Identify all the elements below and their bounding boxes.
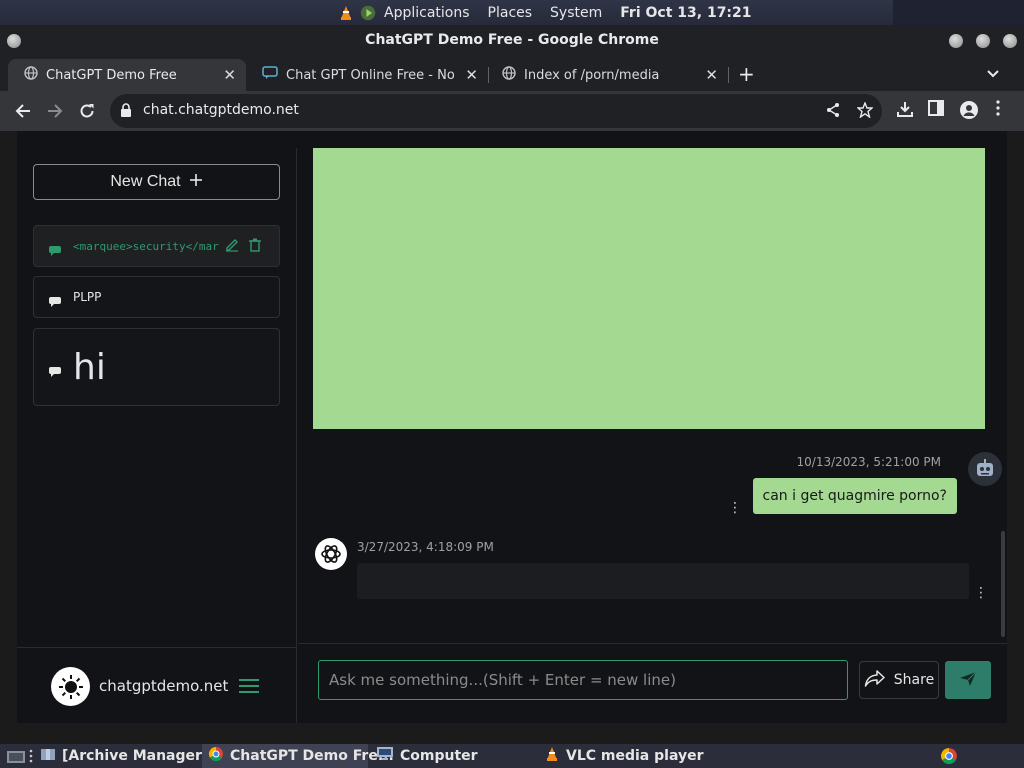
- hamburger-menu-icon[interactable]: [239, 678, 259, 698]
- tab-index-media[interactable]: Index of /porn/media ✕: [486, 59, 728, 91]
- panel-tray-area: [893, 0, 1024, 25]
- kebab-menu-icon[interactable]: [996, 100, 1000, 120]
- sidebar: New Chat <marquee>security</marquee> PLP…: [17, 148, 297, 723]
- delete-trash-icon[interactable]: [249, 237, 261, 256]
- maximize-button[interactable]: [976, 34, 990, 48]
- theme-toggle-sun-icon[interactable]: [51, 667, 90, 706]
- panel-clock[interactable]: Fri Oct 13, 17:21: [620, 5, 751, 21]
- close-window-button[interactable]: [1003, 34, 1017, 48]
- chat-item-label: <marquee>security</marquee>: [73, 239, 219, 253]
- vlc-cone-icon: [544, 746, 560, 766]
- plus-icon: [189, 173, 203, 192]
- download-icon[interactable]: [896, 100, 914, 122]
- chat-item-label: PLPP: [73, 290, 102, 304]
- share-label: Share: [893, 672, 935, 688]
- reload-icon[interactable]: [75, 99, 99, 123]
- edit-pencil-icon[interactable]: [225, 237, 239, 256]
- user-message-options-icon[interactable]: ⋮: [728, 500, 742, 516]
- user-message-bubble: can i get quagmire porno?: [752, 478, 957, 514]
- gnome-foot-icon[interactable]: [360, 5, 376, 21]
- taskbar-item-label: [Archive Manager]: [62, 748, 209, 764]
- taskbar-item-computer[interactable]: Computer: [370, 744, 530, 768]
- places-menu[interactable]: Places: [488, 5, 533, 21]
- tab-search-chevron-icon[interactable]: [986, 64, 1000, 83]
- send-button[interactable]: [945, 661, 991, 699]
- taskbar-item-vlc[interactable]: VLC media player: [538, 744, 708, 768]
- tab-strip: ChatGPT Demo Free ✕ Chat GPT Online Free…: [0, 57, 1024, 91]
- taskbar-item-archive-manager[interactable]: [Archive Manager]: [34, 744, 208, 768]
- sidebar-footer: chatgptdemo.net: [17, 647, 297, 723]
- vlc-cone-icon[interactable]: [338, 5, 354, 21]
- send-plane-icon: [959, 671, 977, 690]
- message-image: [313, 148, 985, 429]
- share-icon[interactable]: [825, 102, 841, 122]
- taskbar-item-chrome[interactable]: ChatGPT Demo Fre...: [202, 744, 394, 768]
- window-title: ChatGPT Demo Free - Google Chrome: [365, 32, 659, 48]
- globe-icon: [24, 66, 38, 84]
- chat-page: New Chat <marquee>security</marquee> PLP…: [17, 131, 1007, 723]
- taskbar-item-label: Computer: [400, 748, 478, 764]
- chat-icon: [262, 66, 278, 84]
- user-robot-avatar-icon: [968, 452, 1002, 486]
- tab-label: ChatGPT Demo Free: [46, 67, 177, 83]
- conversation-panel: 10/13/2023, 5:21:00 PM can i get quagmir…: [298, 148, 1007, 723]
- close-icon[interactable]: ✕: [705, 66, 718, 84]
- chat-item-label: hi: [73, 346, 106, 388]
- top-panel: Applications Places System Fri Oct 13, 1…: [0, 0, 1024, 25]
- archive-manager-icon: [40, 746, 56, 766]
- composer: Share: [298, 643, 1007, 723]
- bot-message-timestamp: 3/27/2023, 4:18:09 PM: [357, 540, 494, 554]
- chrome-icon: [208, 746, 224, 766]
- new-chat-button[interactable]: New Chat: [33, 164, 280, 200]
- share-arrow-icon: [864, 669, 886, 691]
- new-tab-plus-icon[interactable]: +: [738, 62, 755, 86]
- bot-message-bubble: [357, 563, 969, 599]
- taskbar-item-label: VLC media player: [566, 748, 704, 764]
- tab-chat-gpt-online[interactable]: Chat GPT Online Free - No Lo ✕: [246, 59, 488, 91]
- ask-input[interactable]: [318, 660, 848, 700]
- minimize-button[interactable]: [949, 34, 963, 48]
- sidebar-chat-item-hi[interactable]: hi: [33, 328, 280, 406]
- sidebar-chat-item-security[interactable]: <marquee>security</marquee>: [33, 225, 280, 267]
- tab-label: Chat GPT Online Free - No Lo: [286, 67, 454, 83]
- globe-icon: [502, 66, 516, 84]
- back-arrow-icon[interactable]: [11, 99, 35, 123]
- side-panel-icon[interactable]: [928, 100, 944, 120]
- close-icon[interactable]: ✕: [465, 66, 478, 84]
- system-menu[interactable]: System: [550, 5, 602, 21]
- new-chat-label: New Chat: [110, 173, 181, 190]
- window-titlebar: ChatGPT Demo Free - Google Chrome: [0, 25, 1024, 57]
- forward-arrow-icon[interactable]: [43, 99, 67, 123]
- sidebar-chat-item-plpp[interactable]: PLPP: [33, 276, 280, 318]
- bot-message-options-icon[interactable]: ⋮: [974, 585, 988, 601]
- close-icon[interactable]: ✕: [223, 66, 236, 84]
- applications-menu[interactable]: Applications: [384, 5, 470, 21]
- tray-chrome-icon[interactable]: [934, 744, 964, 768]
- profile-avatar-icon[interactable]: [959, 100, 979, 124]
- tab-chatgpt-demo[interactable]: ChatGPT Demo Free ✕: [8, 59, 246, 91]
- taskbar: [Archive Manager] ChatGPT Demo Fre... Co…: [0, 744, 1024, 768]
- tab-label: Index of /porn/media: [524, 67, 660, 83]
- scrollbar-thumb[interactable]: [1001, 531, 1005, 637]
- address-bar[interactable]: chat.chatgptdemo.net: [110, 94, 882, 128]
- lock-icon[interactable]: [120, 103, 132, 122]
- share-button[interactable]: Share: [859, 661, 939, 699]
- openai-logo-icon: [315, 538, 347, 570]
- bookmark-star-icon[interactable]: [856, 101, 874, 122]
- footer-domain-link[interactable]: chatgptdemo.net: [99, 677, 228, 695]
- chat-bubble-icon: [49, 292, 61, 307]
- chat-bubble-icon: [49, 362, 61, 377]
- computer-icon: [376, 746, 394, 766]
- user-message-timestamp: 10/13/2023, 5:21:00 PM: [796, 455, 941, 469]
- browser-toolbar: chat.chatgptdemo.net: [0, 91, 1024, 131]
- panel-menus: Applications Places System Fri Oct 13, 1…: [338, 0, 752, 25]
- chat-bubble-icon: [49, 241, 61, 256]
- tab-separator: [728, 67, 729, 83]
- url-text[interactable]: chat.chatgptdemo.net: [143, 102, 299, 118]
